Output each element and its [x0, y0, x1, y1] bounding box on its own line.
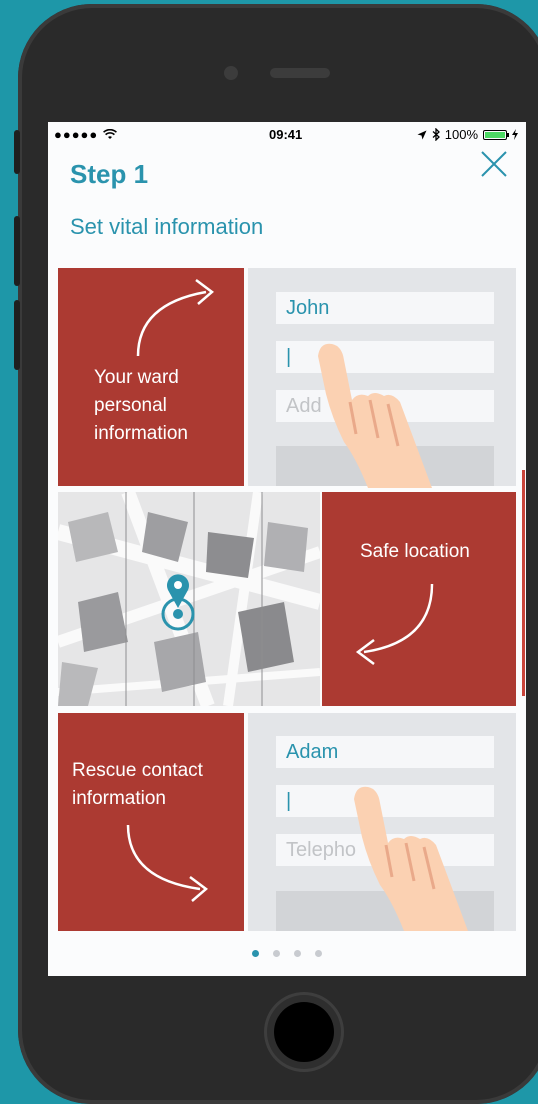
- battery-percent: 100%: [444, 127, 478, 142]
- page-dot-1[interactable]: [252, 950, 259, 957]
- status-bar: ●●●●● 09:41 100%: [48, 122, 526, 148]
- page-title: Step 1: [70, 159, 149, 189]
- map-pin-icon: [161, 574, 195, 631]
- wifi-icon: [102, 128, 117, 139]
- personal-info-panel: Your ward personal information John | Ad…: [58, 268, 516, 488]
- status-right: 100%: [417, 127, 518, 142]
- rescue-contact-label: Rescue contact information: [72, 760, 203, 809]
- personal-info-form: John | Add: [248, 268, 516, 488]
- safe-location-panel: Safe location: [58, 492, 516, 706]
- phone-screen: ●●●●● 09:41 100% Step 1 Set vital inform…: [48, 122, 526, 976]
- page-subtitle: Set vital information: [70, 214, 264, 239]
- home-button[interactable]: [274, 1002, 334, 1062]
- safe-location-card: Safe location: [322, 492, 516, 706]
- front-camera: [224, 66, 238, 80]
- first-name-field[interactable]: John: [276, 292, 494, 324]
- rescue-contact-form: Adam | Telepho: [248, 713, 516, 931]
- curved-arrow-down-left-icon: [355, 583, 434, 665]
- contact-name-field[interactable]: Adam: [276, 736, 494, 768]
- personal-info-card: Your ward personal information: [58, 268, 244, 486]
- battery-icon: [483, 129, 509, 140]
- curved-arrow-up-right-icon: [136, 279, 214, 357]
- rescue-contact-panel: Rescue contact information Adam | Teleph…: [58, 713, 516, 931]
- signal-dots: ●●●●●: [54, 127, 103, 142]
- personal-info-label: Your ward personal information: [94, 367, 188, 444]
- volume-up-button: [14, 216, 20, 286]
- signal-strength: ●●●●●: [54, 127, 117, 142]
- mute-switch: [14, 130, 20, 174]
- volume-down-button: [14, 300, 20, 370]
- pointing-hand-icon: [354, 786, 468, 931]
- battery-level: [485, 131, 505, 138]
- curved-arrow-down-right-icon: [126, 824, 208, 902]
- status-time: 09:41: [269, 127, 303, 142]
- close-icon: [481, 151, 507, 177]
- close-button[interactable]: [478, 148, 510, 180]
- rescue-contact-card: Rescue contact information: [58, 713, 244, 931]
- page-dot-3[interactable]: [294, 950, 301, 957]
- map-area: [58, 492, 320, 706]
- page-dot-2[interactable]: [273, 950, 280, 957]
- charging-icon: [512, 129, 518, 140]
- page-indicator[interactable]: [48, 950, 526, 957]
- pointing-hand-icon: [318, 343, 432, 488]
- bluetooth-icon: [432, 128, 440, 141]
- page-dot-4[interactable]: [315, 950, 322, 957]
- next-page-peek: [522, 470, 525, 696]
- earpiece-speaker: [270, 68, 330, 78]
- safe-location-label: Safe location: [360, 541, 470, 562]
- location-arrow-icon: [417, 130, 427, 139]
